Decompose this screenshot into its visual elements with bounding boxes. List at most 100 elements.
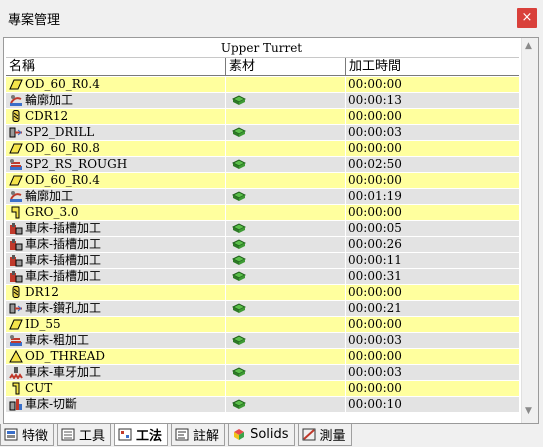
process-icon	[118, 428, 136, 441]
close-button[interactable]: ×	[517, 8, 537, 28]
vertical-scrollbar[interactable]: ▲ ▼	[521, 38, 538, 423]
name-cell: 車床-切斷	[6, 397, 226, 412]
table-row[interactable]: 車床-鑽孔加工 00:00:21	[6, 301, 519, 317]
material-cell	[226, 173, 346, 188]
name-cell: OD_THREAD	[6, 349, 226, 364]
material-cell	[226, 301, 346, 316]
material-cell	[226, 397, 346, 412]
material-cell	[226, 333, 346, 348]
column-header-name[interactable]: 名稱	[6, 58, 226, 75]
scroll-up-icon[interactable]: ▲	[525, 41, 532, 51]
tab-solids[interactable]: Solids	[228, 424, 295, 446]
time-cell: 00:00:00	[348, 317, 402, 331]
tab-label: Solids	[250, 427, 289, 442]
material-cell	[226, 269, 346, 284]
tab-tools[interactable]: 工具	[57, 424, 112, 446]
table-row[interactable]: OD_60_R0.8 00:00:00	[6, 141, 519, 157]
tools-icon	[61, 428, 79, 441]
time-cell: 00:00:00	[348, 381, 402, 395]
table-row[interactable]: ID_55 00:00:00	[6, 317, 519, 333]
table-row[interactable]: 車床-插槽加工 00:00:26	[6, 237, 519, 253]
operation-name: 輪廓加工	[25, 189, 74, 203]
table-row[interactable]: 車床-插槽加工 00:00:11	[6, 253, 519, 269]
table-row[interactable]: CDR12 00:00:00	[6, 109, 519, 125]
operation-name: 車床-插槽加工	[25, 269, 102, 283]
table-row[interactable]: 車床-插槽加工 00:00:05	[6, 221, 519, 237]
operation-name: CDR12	[25, 109, 69, 123]
operation-name: DR12	[25, 285, 59, 299]
time-cell: 00:00:11	[348, 253, 402, 267]
group-header[interactable]: Upper Turret	[4, 38, 519, 57]
table-row[interactable]: OD_60_R0.4 00:00:00	[6, 173, 519, 189]
table-row[interactable]: 輪廓加工 00:00:13	[6, 93, 519, 109]
material-cell	[226, 221, 346, 236]
time-cell: 00:00:00	[348, 349, 402, 363]
material-cell	[226, 285, 346, 300]
material-cell	[226, 189, 346, 204]
features-icon	[4, 428, 22, 441]
table-row[interactable]: 車床-切斷 00:00:10	[6, 397, 519, 413]
operation-name: 車床-切斷	[25, 397, 78, 411]
tab-features[interactable]: 特徵	[0, 424, 55, 446]
tab-process[interactable]: 工法	[114, 424, 169, 446]
name-cell: SP2_DRILL	[6, 125, 226, 140]
column-header-material[interactable]: 素材	[226, 58, 346, 75]
column-header-time[interactable]: 加工時間	[346, 58, 519, 75]
operation-name: 車床-插槽加工	[25, 221, 102, 235]
name-cell: CUT	[6, 381, 226, 396]
time-cell: 00:00:10	[348, 397, 402, 411]
time-cell: 00:00:03	[348, 365, 402, 379]
operations-manager-panel: Upper Turret 名稱 素材 加工時間 OD_60_R0.4 00:00:…	[3, 37, 539, 424]
operation-name: 車床-車牙加工	[25, 365, 102, 379]
material-cell	[226, 77, 346, 92]
name-cell: GRO_3.0	[6, 205, 226, 220]
operation-name: OD_60_R0.8	[25, 141, 100, 155]
name-cell: 車床-插槽加工	[6, 237, 226, 252]
operation-name: 車床-粗加工	[25, 333, 90, 347]
material-cell	[226, 349, 346, 364]
material-cell	[226, 253, 346, 268]
time-cell: 00:00:05	[348, 221, 402, 235]
time-cell: 00:02:50	[348, 157, 402, 171]
table-row[interactable]: OD_60_R0.4 00:00:00	[6, 77, 519, 93]
solids-icon	[232, 428, 250, 441]
table-row[interactable]: GRO_3.0 00:00:00	[6, 205, 519, 221]
table-row[interactable]: CUT 00:00:00	[6, 381, 519, 397]
table-row[interactable]: OD_THREAD 00:00:00	[6, 349, 519, 365]
tab-annotation[interactable]: 註解	[171, 424, 226, 446]
time-cell: 00:00:13	[348, 93, 402, 107]
table-row[interactable]: DR12 00:00:00	[6, 285, 519, 301]
table-row[interactable]: 輪廓加工 00:01:19	[6, 189, 519, 205]
material-cell	[226, 109, 346, 124]
tab-measure[interactable]: 測量	[297, 424, 352, 446]
time-cell: 00:00:00	[348, 77, 402, 91]
name-cell: 輪廓加工	[6, 189, 226, 204]
name-cell: 車床-插槽加工	[6, 269, 226, 284]
operation-name: CUT	[25, 381, 53, 395]
measure-icon	[302, 428, 320, 441]
name-cell: 車床-插槽加工	[6, 253, 226, 268]
material-cell	[226, 365, 346, 380]
material-cell	[226, 205, 346, 220]
time-cell: 00:00:03	[348, 125, 402, 139]
time-cell: 00:00:00	[348, 109, 402, 123]
scroll-down-icon[interactable]: ▼	[525, 406, 532, 416]
name-cell: ID_55	[6, 317, 226, 332]
tab-label: 特徵	[22, 429, 49, 444]
table-row[interactable]: 車床-車牙加工 00:00:03	[6, 365, 519, 381]
window-title: 專案管理	[8, 13, 61, 28]
table-row[interactable]: 車床-粗加工 00:00:03	[6, 333, 519, 349]
operation-name: SP2_DRILL	[25, 125, 95, 139]
material-cell	[226, 237, 346, 252]
table-row[interactable]: SP2_DRILL 00:00:03	[6, 125, 519, 141]
material-cell	[226, 93, 346, 108]
name-cell: 車床-鑽孔加工	[6, 301, 226, 316]
table-row[interactable]: 車床-插槽加工 00:00:31	[6, 269, 519, 285]
material-cell	[226, 317, 346, 332]
table-row[interactable]: SP2_RS_ROUGH 00:02:50	[6, 157, 519, 173]
time-cell: 00:00:03	[348, 333, 402, 347]
time-cell: 00:00:31	[348, 269, 402, 283]
operation-name: GRO_3.0	[25, 205, 79, 219]
operation-name: 車床-插槽加工	[25, 237, 102, 251]
operation-name: OD_60_R0.4	[25, 77, 100, 91]
